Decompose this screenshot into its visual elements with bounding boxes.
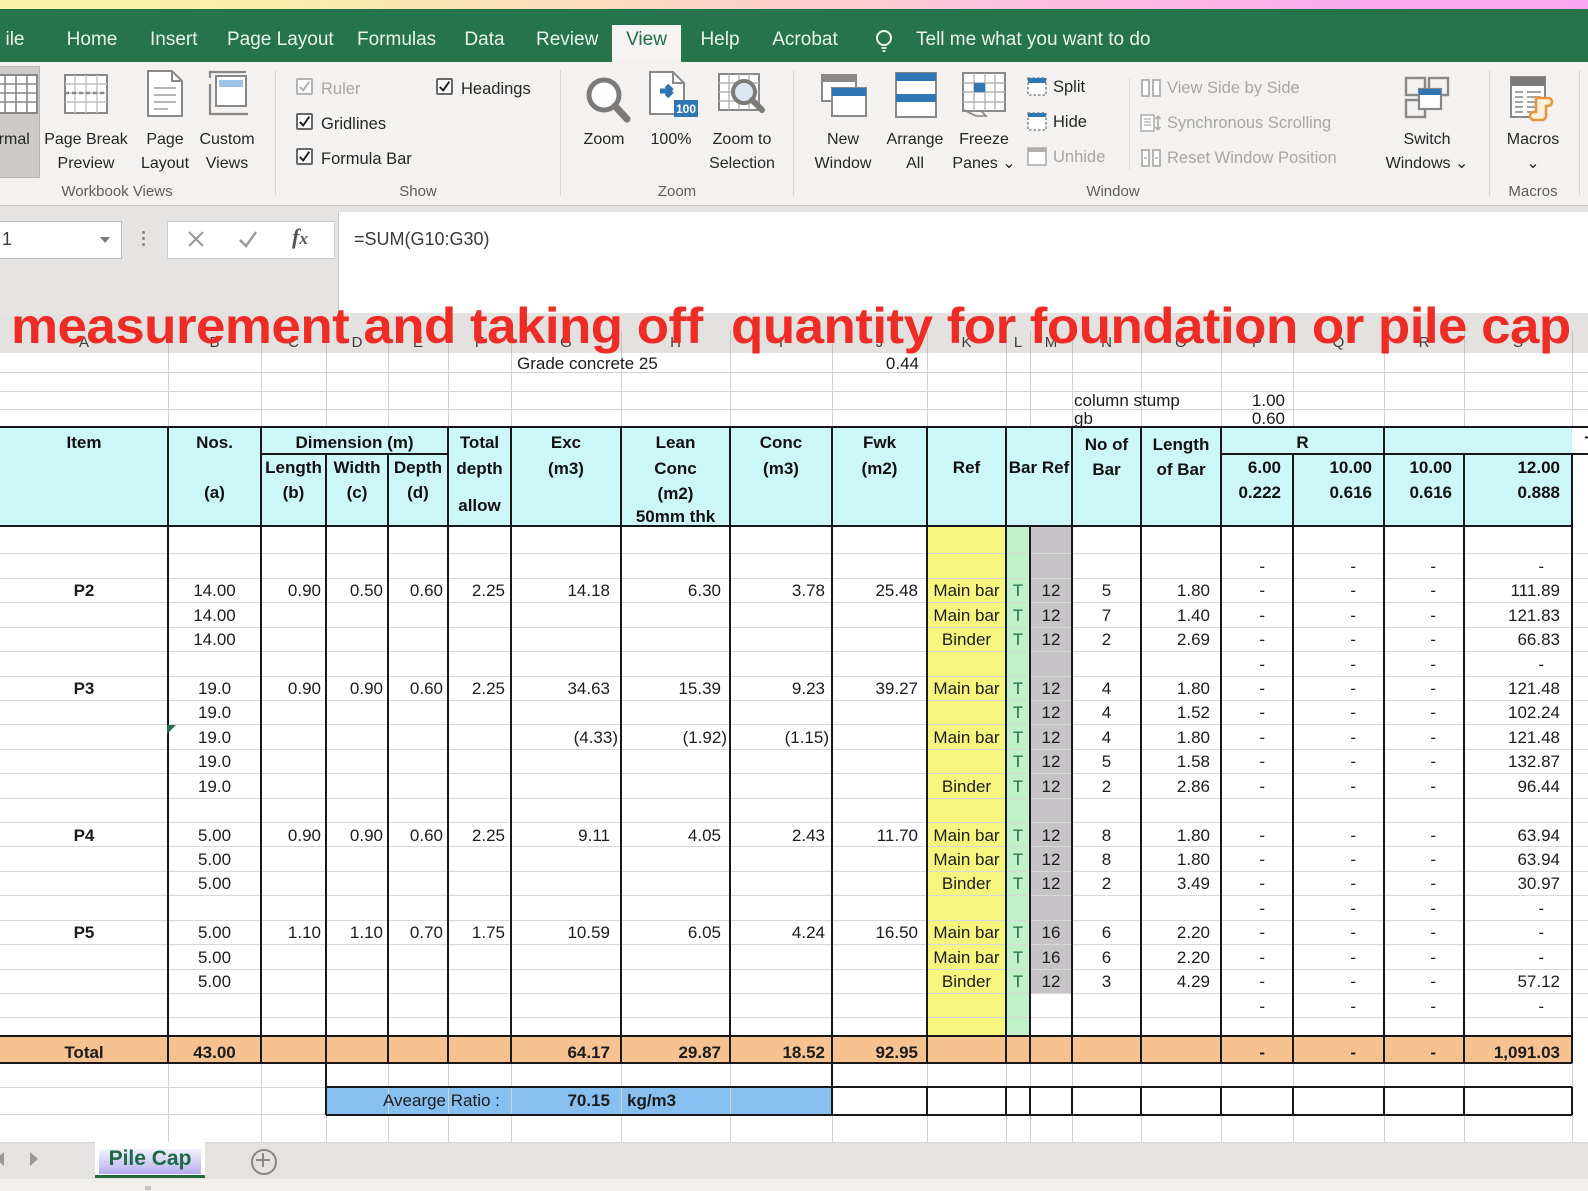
svg-text:100: 100 [676, 102, 696, 116]
